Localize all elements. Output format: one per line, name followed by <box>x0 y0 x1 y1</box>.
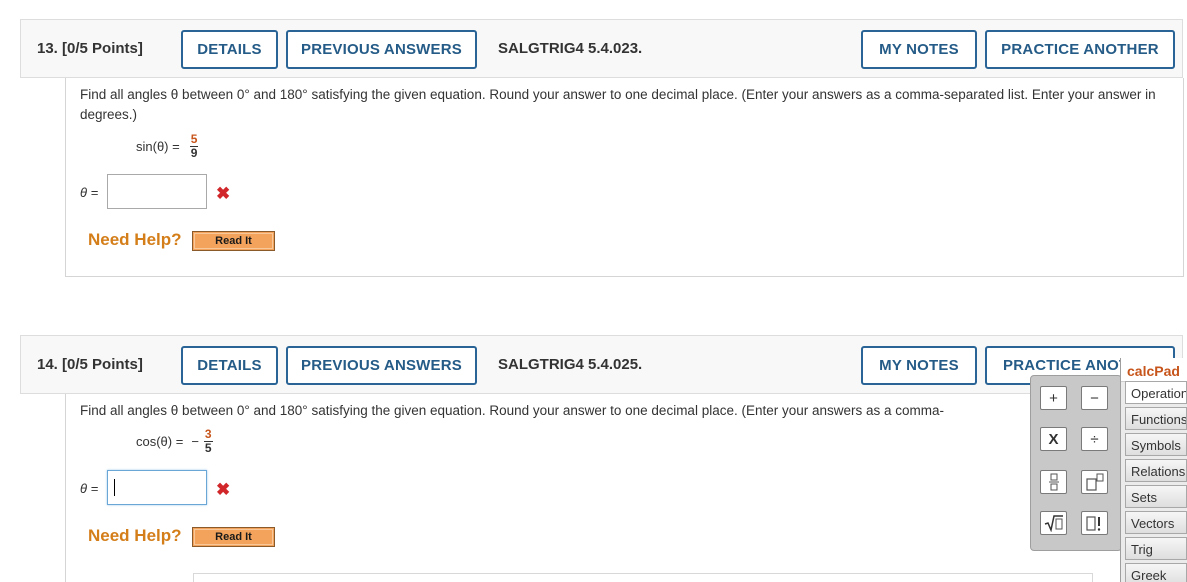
answer-input[interactable] <box>107 470 207 505</box>
calcpad-tab-trig[interactable]: Trig <box>1125 537 1187 560</box>
sqrt-template-icon <box>1044 515 1063 532</box>
read-it-button[interactable]: Read It <box>192 527 275 547</box>
theta-label: θ = <box>80 481 99 496</box>
question-code: SALGTRIG4 5.4.023. <box>498 40 643 57</box>
next-content-box <box>193 573 1093 582</box>
question-14-body <box>65 394 1184 582</box>
calc-fraction-button[interactable] <box>1040 470 1067 494</box>
incorrect-icon: ✖ <box>216 480 231 499</box>
calc-divide-button[interactable]: ÷ <box>1081 427 1108 451</box>
incorrect-icon: ✖ <box>216 184 231 203</box>
exponent-template-icon <box>1085 473 1103 491</box>
calcpad-title: calcPad <box>1121 358 1187 382</box>
calc-sqrt-button[interactable] <box>1040 511 1067 535</box>
calc-exponent-button[interactable] <box>1081 470 1108 494</box>
fraction-numerator: 3 <box>204 427 212 441</box>
text-cursor <box>114 479 115 496</box>
previous-answers-button[interactable]: PREVIOUS ANSWERS <box>286 30 477 69</box>
my-notes-button[interactable]: MY NOTES <box>861 30 977 69</box>
calc-factorial-button[interactable] <box>1081 511 1108 535</box>
question-13-prompt: Find all angles θ between 0° and 180° sa… <box>80 87 1156 122</box>
factorial-template-icon <box>1085 516 1100 531</box>
calc-plus-button[interactable]: + <box>1040 386 1067 410</box>
details-button[interactable]: DETAILS <box>181 346 278 385</box>
practice-another-button[interactable]: PRACTICE ANOTHER <box>985 30 1175 69</box>
calcpad-tab-operations[interactable]: Operations <box>1125 381 1187 404</box>
question-14-header: 14. [0/5 Points] DETAILS PREVIOUS ANSWER… <box>20 335 1183 394</box>
question-13-header: 13. [0/5 Points] DETAILS PREVIOUS ANSWER… <box>20 19 1183 78</box>
negative-sign: − <box>191 434 199 449</box>
equation-fraction: 3 5 <box>203 427 213 455</box>
fraction-numerator: 5 <box>190 132 198 146</box>
question-14-title: 14. [0/5 Points] <box>37 356 143 373</box>
calcpad-tab-sets[interactable]: Sets <box>1125 485 1187 508</box>
fraction-template-icon <box>1048 473 1059 491</box>
previous-answers-button[interactable]: PREVIOUS ANSWERS <box>286 346 477 385</box>
question-code: SALGTRIG4 5.4.025. <box>498 356 643 373</box>
question-13-title: 13. [0/5 Points] <box>37 40 143 57</box>
calcpad-tab-symbols[interactable]: Symbols <box>1125 433 1187 456</box>
fraction-denominator: 9 <box>189 146 199 160</box>
details-button[interactable]: DETAILS <box>181 30 278 69</box>
need-help-label: Need Help? <box>88 230 182 249</box>
equation-fraction: 5 9 <box>189 132 199 160</box>
question-14-prompt: Find all angles θ between 0° and 180° sa… <box>80 403 945 418</box>
calcpad-keypad: + − X ÷ <box>1030 375 1122 551</box>
calc-minus-button[interactable]: − <box>1081 386 1108 410</box>
answer-input[interactable] <box>107 174 207 209</box>
read-it-button[interactable]: Read It <box>192 231 275 251</box>
calcpad-tab-relations[interactable]: Relations <box>1125 459 1187 482</box>
calcpad-tab-greek[interactable]: Greek <box>1125 563 1187 582</box>
calcpad-tab-vectors[interactable]: Vectors <box>1125 511 1187 534</box>
question-13-equation: sin(θ) = 5 9 <box>136 132 199 160</box>
need-help-label: Need Help? <box>88 526 182 545</box>
my-notes-button[interactable]: MY NOTES <box>861 346 977 385</box>
theta-label: θ = <box>80 185 99 200</box>
calc-multiply-button[interactable]: X <box>1040 427 1067 451</box>
calcpad-tab-functions[interactable]: Functions <box>1125 407 1187 430</box>
question-14-equation: cos(θ) = − 3 5 <box>136 428 213 455</box>
fraction-denominator: 5 <box>203 441 213 455</box>
equation-lhs: sin(θ) = <box>136 139 180 154</box>
equation-lhs: cos(θ) = <box>136 434 184 449</box>
